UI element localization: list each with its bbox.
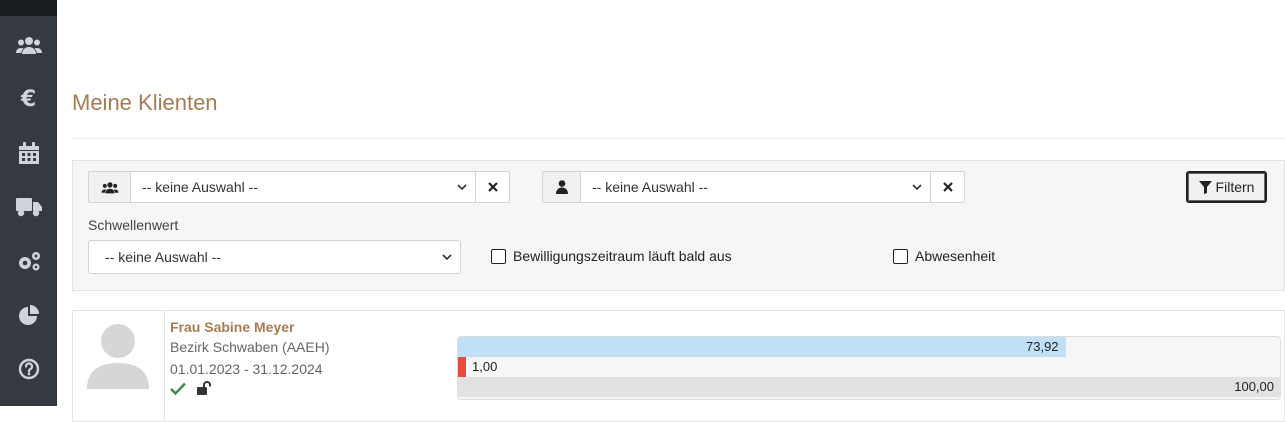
sidebar-item-help[interactable] <box>0 349 57 389</box>
person-select[interactable]: -- keine Auswahl -- <box>580 171 931 203</box>
group-clear-button[interactable] <box>476 171 510 203</box>
sidebar-item-finance[interactable]: € <box>0 79 57 119</box>
person-clear-button[interactable] <box>931 171 965 203</box>
close-icon <box>487 182 498 192</box>
budget-bar-total-value: 100,00 <box>1234 379 1274 394</box>
pie-chart-icon <box>18 305 39 325</box>
question-icon <box>18 358 39 380</box>
chevron-down-icon <box>912 184 922 191</box>
client-card[interactable]: Frau Sabine Meyer Bezirk Schwaben (AAEH)… <box>72 310 1285 422</box>
client-bezirk: Bezirk Schwaben (AAEH) <box>170 339 330 355</box>
client-name[interactable]: Frau Sabine Meyer <box>170 319 295 335</box>
page-title: Meine Klienten <box>72 90 218 115</box>
sidebar-topbar <box>0 0 57 16</box>
budget-bar-threshold: 1,00 <box>458 357 1280 377</box>
budget-bar-threshold-value: 1,00 <box>472 359 498 374</box>
group-filter-addon <box>88 171 130 203</box>
bewilligung-checkbox-box[interactable] <box>491 248 506 264</box>
filter-button-label: Filtern <box>1215 179 1255 195</box>
group-select[interactable]: -- keine Auswahl -- <box>130 171 476 203</box>
close-icon <box>942 182 953 192</box>
cogs-icon <box>18 252 40 271</box>
budget-bar-threshold-fill <box>458 357 466 377</box>
sidebar-item-transport[interactable] <box>0 187 57 227</box>
budget-bar-total: 100,00 <box>458 377 1280 397</box>
sidebar-item-calendar[interactable] <box>0 133 57 173</box>
sidebar-item-clients[interactable] <box>0 25 57 65</box>
person-filter-addon <box>542 171 580 203</box>
chevron-down-icon <box>442 254 452 261</box>
person-select-value: -- keine Auswahl -- <box>592 179 708 195</box>
client-period: 01.01.2023 - 31.12.2024 <box>170 361 323 377</box>
sidebar-item-settings[interactable] <box>0 241 57 281</box>
schwellenwert-select[interactable]: -- keine Auswahl -- <box>88 240 461 274</box>
filter-button[interactable]: Filtern <box>1186 171 1267 203</box>
abwesenheit-checkbox-label: Abwesenheit <box>915 248 996 264</box>
chevron-down-icon <box>457 184 467 191</box>
user-icon <box>555 180 568 194</box>
budget-bar-used-fill <box>458 337 1066 357</box>
budget-bar-used: 73,92 <box>458 337 1280 357</box>
bewilligung-checkbox[interactable]: Bewilligungszeitraum läuft bald aus <box>491 248 732 264</box>
budget-bar-used-value: 73,92 <box>1026 339 1059 354</box>
filter-icon <box>1198 180 1212 194</box>
users-icon <box>101 181 118 193</box>
person-filter: -- keine Auswahl -- <box>542 171 965 203</box>
filter-panel: -- keine Auswahl -- -- keine Auswahl -- … <box>72 160 1285 291</box>
sidebar-item-reports[interactable] <box>0 295 57 335</box>
abwesenheit-checkbox[interactable]: Abwesenheit <box>893 248 995 264</box>
budget-bars: 73,92 1,00 100,00 <box>457 336 1281 400</box>
group-select-value: -- keine Auswahl -- <box>142 179 258 195</box>
abwesenheit-checkbox-box[interactable] <box>893 248 908 264</box>
truck-icon <box>15 198 42 217</box>
euro-icon: € <box>20 86 37 112</box>
check-icon <box>170 382 186 395</box>
group-filter: -- keine Auswahl -- <box>88 171 510 203</box>
bewilligung-checkbox-label: Bewilligungszeitraum läuft bald aus <box>513 248 732 264</box>
title-divider <box>72 138 1285 139</box>
avatar-placeholder-icon <box>87 324 149 389</box>
client-status-icons <box>170 381 212 396</box>
schwellenwert-label: Schwellenwert <box>88 217 179 233</box>
budget-bar-total-fill <box>458 377 1280 397</box>
unlock-icon[interactable] <box>196 381 212 396</box>
avatar-cell <box>73 311 165 421</box>
schwellenwert-select-value: -- keine Auswahl -- <box>105 249 221 265</box>
sidebar: € <box>0 0 57 406</box>
users-icon <box>15 37 42 54</box>
calendar-icon <box>18 142 39 164</box>
